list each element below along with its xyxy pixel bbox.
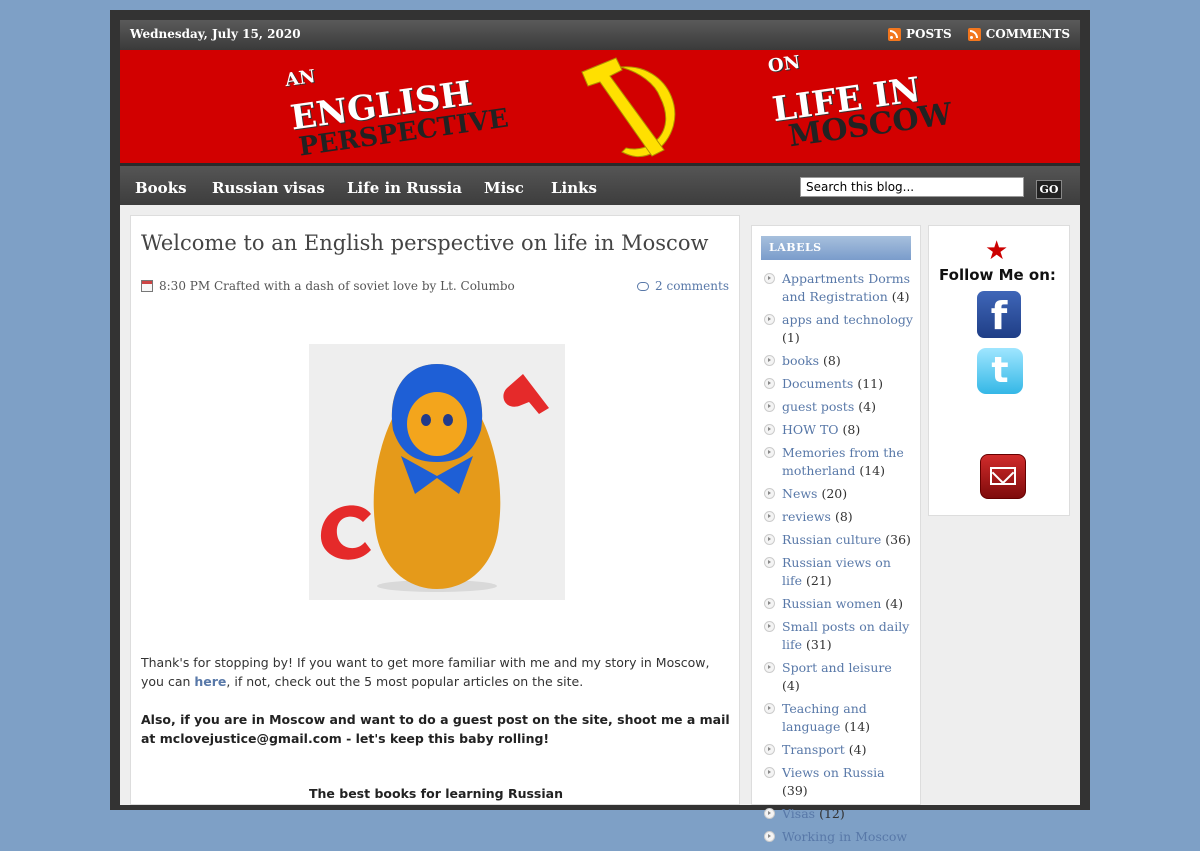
labels-widget: LABELS Appartments Dorms and Registratio… bbox=[751, 225, 921, 844]
label-link[interactable]: Russian views on life bbox=[782, 555, 891, 588]
list-item: HOW TO (8) bbox=[761, 421, 913, 439]
label-count: (14) bbox=[859, 463, 885, 478]
matryoshka-image bbox=[309, 344, 565, 600]
search-input[interactable] bbox=[800, 177, 1024, 197]
comments-feed-link[interactable]: Comments bbox=[967, 27, 1070, 41]
list-item: Working in Moscow bbox=[761, 828, 913, 846]
comments-link[interactable]: 2 comments bbox=[637, 279, 729, 293]
date-display: Wednesday, July 15, 2020 bbox=[130, 27, 301, 41]
list-item: Russian women (4) bbox=[761, 595, 913, 613]
hammer-sickle-icon bbox=[581, 57, 676, 158]
list-item: Teaching and language (14) bbox=[761, 700, 913, 736]
nav-item-misc[interactable]: Misc bbox=[484, 179, 524, 197]
header-banner[interactable]: AN ENGLISH PERSPECTIVE ON LIFE IN MOSCOW bbox=[120, 50, 1080, 163]
label-count: (20) bbox=[821, 486, 848, 501]
label-link[interactable]: Small posts on daily life bbox=[782, 619, 909, 652]
list-item: Views on Russia (39) bbox=[761, 764, 913, 800]
post: Welcome to an English perspective on lif… bbox=[130, 215, 740, 805]
list-item: guest posts (4) bbox=[761, 398, 913, 416]
facebook-icon[interactable]: f bbox=[977, 291, 1021, 338]
list-item: Sport and leisure (4) bbox=[761, 659, 913, 695]
list-item: Documents (11) bbox=[761, 375, 913, 393]
list-item: reviews (8) bbox=[761, 508, 913, 526]
label-link[interactable]: Transport bbox=[782, 742, 845, 757]
label-link[interactable]: HOW TO bbox=[782, 422, 839, 437]
label-link[interactable]: guest posts bbox=[782, 399, 854, 414]
list-item: Russian views on life (21) bbox=[761, 554, 913, 590]
list-item: News (20) bbox=[761, 485, 913, 503]
comments-count: 2 comments bbox=[655, 279, 729, 293]
label-count: (21) bbox=[806, 573, 832, 588]
label-link[interactable]: Memories from the motherland bbox=[782, 445, 904, 478]
label-count: (8) bbox=[834, 509, 853, 524]
list-item: apps and technology (1) bbox=[761, 311, 913, 347]
post-meta: 8:30 PM Crafted with a dash of soviet lo… bbox=[141, 279, 515, 293]
search-go-button[interactable]: GO bbox=[1036, 180, 1062, 199]
label-count: (4) bbox=[891, 289, 910, 304]
label-count: (8) bbox=[842, 422, 861, 437]
rss-icon bbox=[967, 27, 981, 41]
label-link[interactable]: Russian women bbox=[782, 596, 881, 611]
posts-feed-link[interactable]: Posts bbox=[887, 27, 952, 41]
banner-text: ON bbox=[766, 51, 802, 78]
label-link[interactable]: Sport and leisure bbox=[782, 660, 892, 675]
follow-widget: ★ Follow Me on: f t bbox=[928, 225, 1070, 516]
label-count: (8) bbox=[823, 353, 841, 368]
main-nav: Books Russian visas Life in Russia Misc … bbox=[120, 163, 1080, 205]
label-count: (1) bbox=[782, 330, 800, 345]
guest-post-paragraph: Also, if you are in Moscow and want to d… bbox=[141, 712, 730, 746]
nav-item-russian-visas[interactable]: Russian visas bbox=[212, 179, 325, 197]
posts-label: Posts bbox=[905, 27, 952, 41]
post-title[interactable]: Welcome to an English perspective on lif… bbox=[141, 233, 731, 254]
here-link[interactable]: here bbox=[194, 674, 226, 689]
follow-panel: ★ Follow Me on: f t bbox=[933, 236, 1059, 512]
list-item: Small posts on daily life (31) bbox=[761, 618, 913, 654]
list-item: Appartments Dorms and Registration (4) bbox=[761, 270, 913, 306]
label-link[interactable]: Working in Moscow bbox=[782, 829, 907, 844]
label-count: (11) bbox=[857, 376, 883, 391]
books-heading: The best books for learning Russian bbox=[309, 786, 563, 801]
list-item: Transport (4) bbox=[761, 741, 913, 759]
feed-links: Posts Comments bbox=[887, 27, 1070, 41]
list-item: Russian culture (36) bbox=[761, 531, 913, 549]
nav-item-books[interactable]: Books bbox=[135, 179, 187, 197]
list-item: Memories from the motherland (14) bbox=[761, 444, 913, 480]
post-text: , if not, check out the 5 most popular a… bbox=[226, 674, 584, 689]
top-bar: Wednesday, July 15, 2020 Posts Comments bbox=[120, 20, 1080, 50]
rss-icon bbox=[887, 27, 901, 41]
post-meta-text: 8:30 PM Crafted with a dash of soviet lo… bbox=[159, 279, 515, 293]
label-count: (39) bbox=[782, 783, 808, 798]
calendar-icon bbox=[141, 280, 153, 292]
label-link[interactable]: Russian culture bbox=[782, 532, 881, 547]
label-count: (12) bbox=[819, 806, 845, 821]
label-count: (31) bbox=[806, 637, 832, 652]
labels-title: LABELS bbox=[761, 236, 911, 260]
twitter-icon[interactable]: t bbox=[977, 348, 1023, 394]
mail-icon[interactable] bbox=[980, 454, 1026, 499]
label-count: (4) bbox=[885, 596, 903, 611]
nav-item-links[interactable]: Links bbox=[551, 179, 597, 197]
post-paragraph: Thank's for stopping by! If you want to … bbox=[141, 653, 731, 691]
label-link[interactable]: Views on Russia bbox=[782, 765, 885, 780]
list-item: books (8) bbox=[761, 352, 913, 370]
label-link[interactable]: books bbox=[782, 353, 819, 368]
label-link[interactable]: Visas bbox=[782, 806, 815, 821]
banner-text: AN bbox=[283, 65, 317, 92]
label-count: (4) bbox=[848, 742, 867, 757]
label-count: (4) bbox=[858, 399, 876, 414]
star-icon: ★ bbox=[985, 236, 1009, 266]
list-item: Visas (12) bbox=[761, 805, 913, 823]
comments-label: Comments bbox=[985, 27, 1070, 41]
nav-item-life-in-russia[interactable]: Life in Russia bbox=[347, 179, 462, 197]
label-link[interactable]: reviews bbox=[782, 509, 831, 524]
label-link[interactable]: Documents bbox=[782, 376, 853, 391]
label-link[interactable]: News bbox=[782, 486, 817, 501]
follow-label: Follow Me on: bbox=[939, 266, 1056, 284]
comment-icon bbox=[637, 281, 650, 291]
label-link[interactable]: apps and technology bbox=[782, 312, 913, 327]
label-count: (4) bbox=[782, 678, 800, 693]
labels-list: Appartments Dorms and Registration (4) a… bbox=[761, 270, 913, 851]
label-count: (14) bbox=[844, 719, 871, 734]
label-count: (36) bbox=[885, 532, 911, 547]
